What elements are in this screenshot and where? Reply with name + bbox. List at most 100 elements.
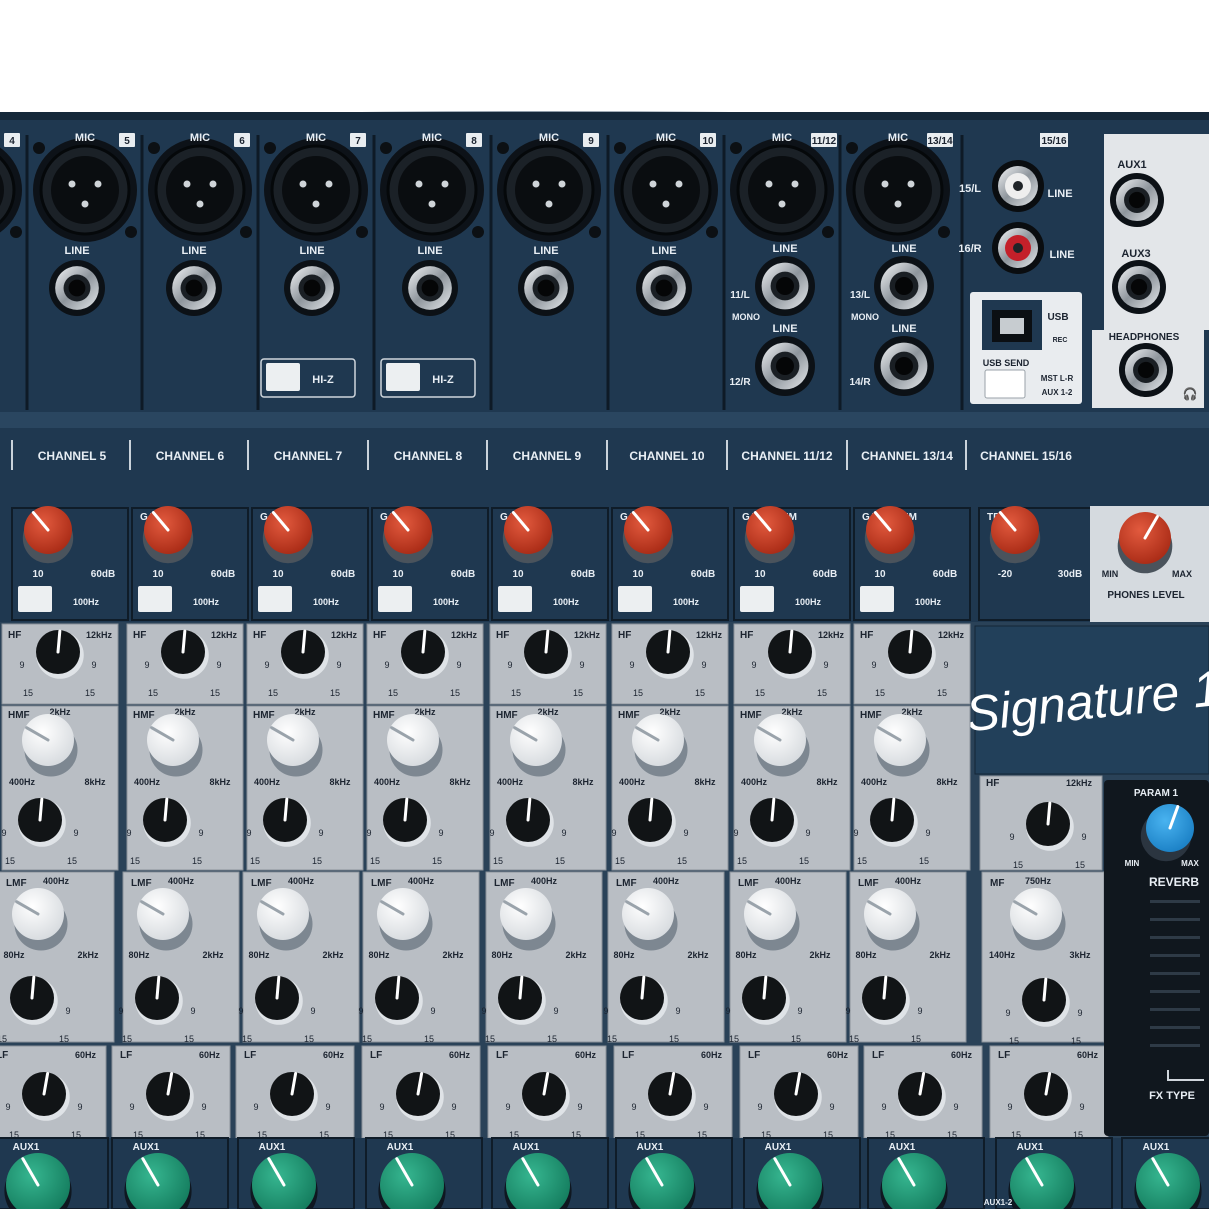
gain-knob[interactable] [864,506,916,564]
xlr-mic-input-9[interactable] [497,138,601,242]
aux1-label: AUX1 [387,1142,414,1153]
rca-right-input[interactable] [992,222,1044,274]
lmf-top-freq: 400Hz [168,876,195,886]
lf-freq-label: 60Hz [75,1050,97,1060]
gain-knob[interactable] [744,506,796,564]
stereo-line-jack[interactable] [874,256,934,316]
line-input-jack[interactable] [284,260,340,316]
hf-freq-label: 12kHz [86,630,113,640]
gain-knob[interactable] [22,506,74,564]
hpf-switch[interactable] [138,586,172,612]
eq-scale-mark: 9 [1007,1102,1012,1112]
xlr-mic-input-10[interactable] [614,138,718,242]
gain-knob[interactable] [989,506,1041,564]
hpf-switch[interactable] [378,586,412,612]
hpf-label: 100Hz [795,597,822,607]
gain-knob[interactable] [622,506,674,564]
gain-scale-max: 30dB [1058,569,1082,580]
channel-name-label: CHANNEL 8 [394,449,463,463]
mic-label: MIC [422,132,442,144]
fx-param-min: MIN [1125,859,1140,868]
lf-freq-label: 60Hz [951,1050,973,1060]
line-input-jack[interactable] [518,260,574,316]
gain-scale-min: 10 [632,569,644,580]
eq-scale-mark: 9 [91,660,96,670]
eq-scale-mark: 15 [791,1034,801,1044]
fx-preset-item [1150,918,1200,921]
eq-scale-mark: 15 [362,1034,372,1044]
hi-z-switch[interactable] [386,363,420,391]
channel-number: 15/16 [1041,136,1066,147]
eq-scale-mark: 9 [611,828,616,838]
eq-scale-mark: 15 [59,1034,69,1044]
eq-scale-mark: 9 [129,1102,134,1112]
usb-send-label: USB SEND [983,358,1030,368]
channel-name-label: CHANNEL 15/16 [980,449,1072,463]
xlr-mic-input-5[interactable] [33,138,137,242]
eq-scale-mark: 15 [424,1034,434,1044]
eq-scale-mark: 15 [5,856,15,866]
line-label: LINE [651,245,676,257]
gain-knob[interactable] [382,506,434,564]
headphone-output-jack[interactable] [1119,343,1173,397]
line-input-jack[interactable] [49,260,105,316]
lmf-top-freq: 400Hz [775,876,802,886]
gain-scale-max: 60dB [91,569,115,580]
mic-label: MIC [888,132,908,144]
xlr-mic-input-13/14[interactable] [846,138,950,242]
mic-label: MIC [306,132,326,144]
line-input-jack[interactable] [636,260,692,316]
aux3-output-jack[interactable] [1112,260,1166,314]
rca-left-input[interactable] [992,160,1044,212]
line-input-jack[interactable] [166,260,222,316]
fx-preset-item [1150,900,1200,903]
eq-scale-mark: 15 [148,688,158,698]
xlr-mic-input-11/12[interactable] [730,138,834,242]
hmf-high-freq: 8kHz [449,777,471,787]
eq-scale-mark: 9 [603,1006,608,1016]
eq-scale-mark: 15 [1071,1036,1081,1046]
hpf-switch[interactable] [18,586,52,612]
eq-scale-mark: 15 [370,856,380,866]
aux1-output-jack[interactable] [1110,173,1164,227]
gain-knob[interactable] [142,506,194,564]
phones-level-knob[interactable] [1117,512,1173,574]
eq-scale-mark: 9 [925,828,930,838]
gain-knob[interactable] [262,506,314,564]
hpf-switch[interactable] [740,586,774,612]
eq-scale-mark: 15 [485,1034,495,1044]
lmf-label: LMF [616,878,637,889]
gain-scale-max: 60dB [331,569,355,580]
eq-scale-mark: 9 [845,1006,850,1016]
line-label: LINE [1047,188,1072,200]
gain-scale-max: 60dB [813,569,837,580]
mic-label: MIC [75,132,95,144]
eq-scale-mark: 9 [701,660,706,670]
hpf-switch[interactable] [860,586,894,612]
hmf-high-freq: 8kHz [84,777,106,787]
gain-knob[interactable] [502,506,554,564]
eq-scale-mark: 15 [432,856,442,866]
hpf-switch[interactable] [258,586,292,612]
hf-label: HF [740,630,753,641]
eq-scale-mark: 9 [797,1006,802,1016]
stereo-line-jack[interactable] [874,336,934,396]
hpf-switch[interactable] [498,586,532,612]
hpf-switch[interactable] [618,586,652,612]
stereo-line-jack[interactable] [755,256,815,316]
stereo-line-jack[interactable] [755,336,815,396]
line-input-jack[interactable] [402,260,458,316]
xlr-mic-input-7[interactable] [264,138,368,242]
hi-z-switch[interactable] [266,363,300,391]
eq-scale-mark: 9 [683,828,688,838]
xlr-mic-input-6[interactable] [148,138,252,242]
channel-number: 5 [124,136,130,147]
usb-send-switch[interactable] [984,369,1026,399]
hf-label: HF [253,630,266,641]
xlr-mic-input-8[interactable] [380,138,484,242]
eq-scale-mark: 9 [19,660,24,670]
eq-scale-mark: 15 [388,688,398,698]
eq-scale-mark: 15 [268,688,278,698]
eq-scale-mark: 15 [547,1034,557,1044]
right-input-tag: 12/R [729,377,751,388]
